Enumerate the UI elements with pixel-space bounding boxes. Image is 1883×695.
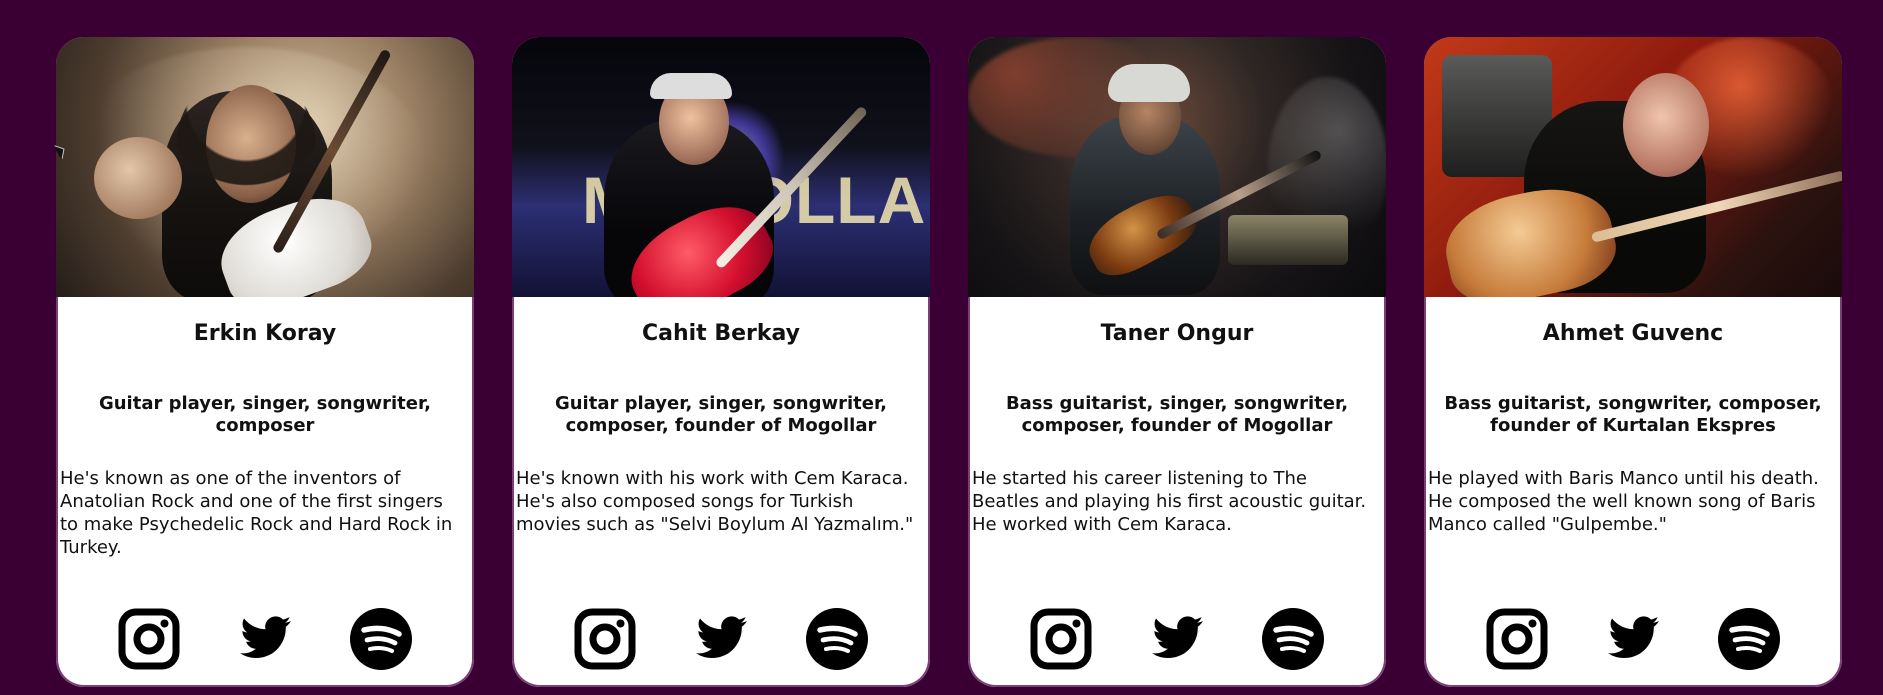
instagram-icon[interactable] <box>117 607 181 671</box>
twitter-icon[interactable] <box>1145 607 1209 671</box>
artist-role: Bass guitarist, singer, songwriter, comp… <box>1005 393 1349 436</box>
artist-photo-ahmet-guvenc <box>1424 37 1842 297</box>
twitter-icon[interactable] <box>233 607 297 671</box>
artist-name: Ahmet Guvenc <box>1542 321 1724 346</box>
artist-photo-cahit-berkay: MOGOLLAR <box>512 37 930 297</box>
instagram-icon[interactable] <box>1485 607 1549 671</box>
social-links <box>56 607 474 671</box>
artist-card-taner-ongur: Taner Ongur Bass guitarist, singer, song… <box>968 37 1386 687</box>
artist-photo-erkin-koray <box>56 37 474 297</box>
artist-card-cahit-berkay: MOGOLLAR Cahit Berkay Guitar player, sin… <box>512 37 930 687</box>
instagram-icon[interactable] <box>1029 607 1093 671</box>
spotify-icon[interactable] <box>805 607 869 671</box>
twitter-icon[interactable] <box>1601 607 1665 671</box>
artist-role: Guitar player, singer, songwriter, compo… <box>554 393 888 436</box>
spotify-icon[interactable] <box>349 607 413 671</box>
artist-bio: He started his career listening to The B… <box>972 468 1367 535</box>
social-links <box>1424 607 1842 671</box>
artist-name: Erkin Koray <box>193 321 337 346</box>
artist-bio: He's known as one of the inventors of An… <box>60 468 453 558</box>
artist-name: Taner Ongur <box>1100 321 1254 346</box>
artist-role: Bass guitarist, songwriter, composer, fo… <box>1444 393 1822 436</box>
artist-bio: He's known with his work with Cem Karaca… <box>516 468 914 535</box>
artist-name: Cahit Berkay <box>641 321 801 346</box>
social-links <box>512 607 930 671</box>
artist-cards-row: Erkin Koray Guitar player, singer, songw… <box>56 37 1842 687</box>
instagram-icon[interactable] <box>573 607 637 671</box>
spotify-icon[interactable] <box>1717 607 1781 671</box>
artist-cards-page: Erkin Koray Guitar player, singer, songw… <box>0 0 1883 695</box>
artist-photo-taner-ongur <box>968 37 1386 297</box>
social-links <box>968 607 1386 671</box>
artist-card-erkin-koray: Erkin Koray Guitar player, singer, songw… <box>56 37 474 687</box>
artist-card-ahmet-guvenc: Ahmet Guvenc Bass guitarist, songwriter,… <box>1424 37 1842 687</box>
artist-bio: He played with Baris Manco until his dea… <box>1428 468 1819 535</box>
twitter-icon[interactable] <box>689 607 753 671</box>
artist-role: Guitar player, singer, songwriter, compo… <box>98 393 432 436</box>
spotify-icon[interactable] <box>1261 607 1325 671</box>
